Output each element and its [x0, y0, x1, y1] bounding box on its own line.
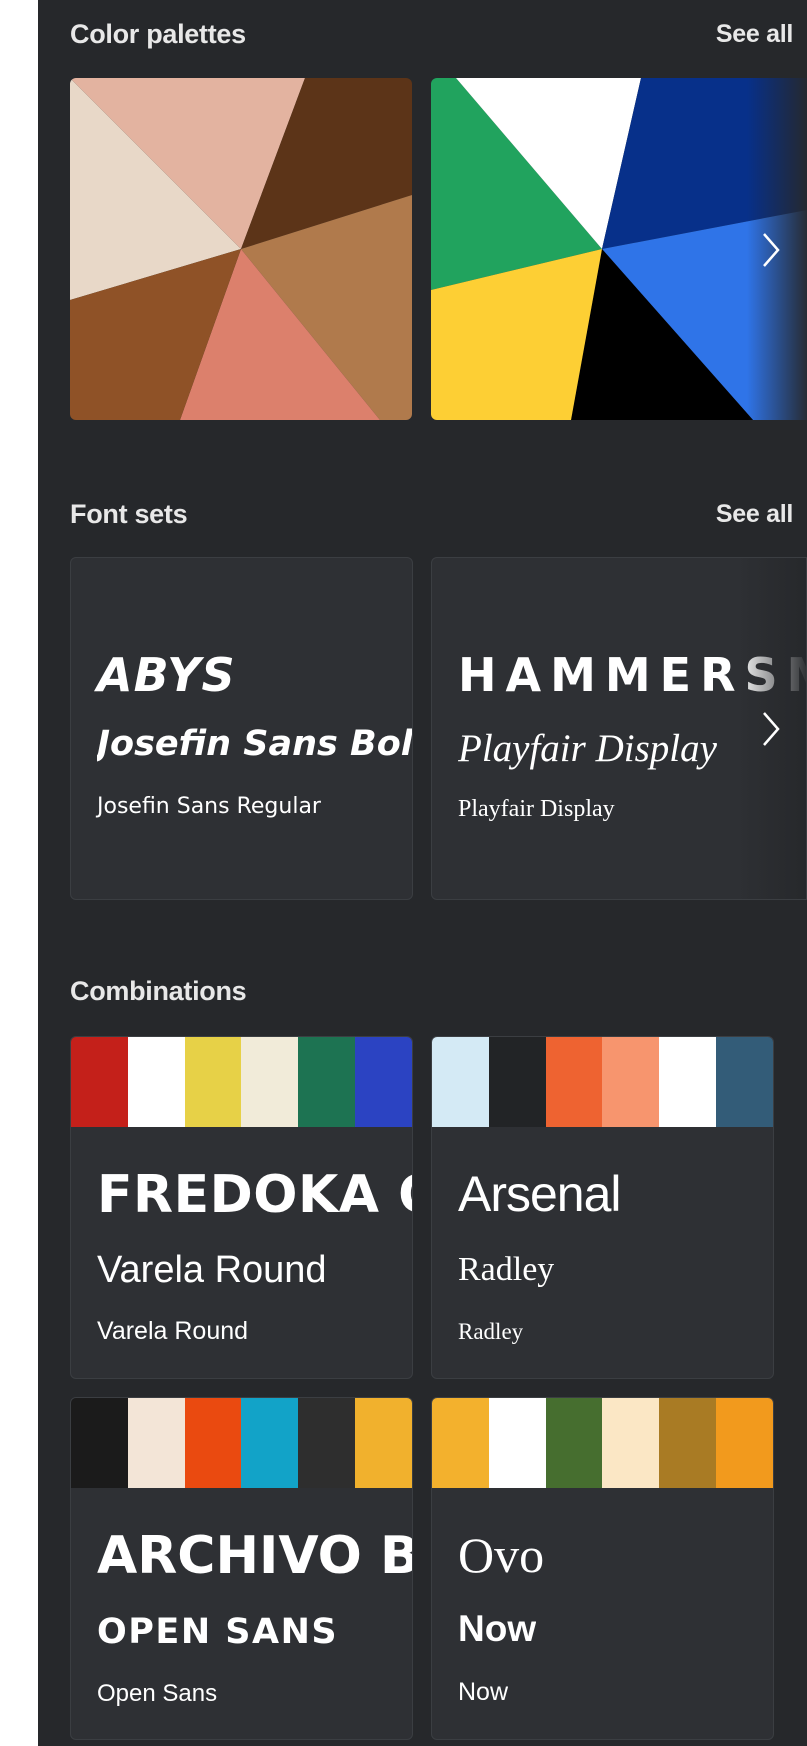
combination-display: Ovo — [458, 1527, 545, 1583]
combination-card-3[interactable]: ARCHIVO BLACK OPEN SANS Open Sans — [70, 1397, 413, 1740]
palette-2-wheel — [431, 78, 807, 420]
combination-display: ARCHIVO BLACK — [97, 1526, 412, 1586]
combination-color-strip — [432, 1037, 773, 1127]
font-set-card-2[interactable]: HAMMERSMITH Playfair Display Playfair Di… — [431, 557, 807, 900]
color-swatch — [355, 1037, 412, 1127]
color-swatch — [488, 1398, 546, 1488]
color-swatch — [659, 1037, 717, 1127]
color-swatch — [184, 1398, 242, 1488]
section-title: Font sets — [70, 498, 188, 529]
font-set-body: Josefin Sans Regular — [97, 794, 321, 819]
combination-color-strip — [432, 1398, 773, 1488]
color-swatch — [432, 1398, 489, 1488]
color-swatch — [545, 1398, 603, 1488]
combination-heading: Radley — [458, 1251, 555, 1288]
combination-display: FREDOKA ONE — [97, 1165, 412, 1225]
palette-1-wheel — [70, 78, 412, 420]
color-swatch — [71, 1037, 128, 1127]
font-set-display: HAMMERSMITH — [458, 648, 806, 702]
combination-body: Now — [458, 1678, 509, 1706]
see-all-font-sets-link[interactable]: See all — [716, 500, 793, 529]
section-title: Color palettes — [70, 18, 246, 49]
combination-card-1[interactable]: FREDOKA ONE Varela Round Varela Round — [70, 1036, 413, 1379]
color-swatch — [659, 1398, 717, 1488]
color-swatch — [545, 1037, 603, 1127]
combination-body: Open Sans — [97, 1680, 218, 1707]
font-sets-header: Font sets See all — [70, 494, 793, 534]
design-panel: Color palettes See all Font sets See all — [38, 0, 807, 1746]
color-palettes-header: Color palettes See all — [70, 14, 793, 54]
combination-color-strip — [71, 1398, 412, 1488]
combination-color-strip — [71, 1037, 412, 1127]
color-swatch — [241, 1398, 299, 1488]
font-set-display: ABYS — [97, 648, 236, 702]
color-swatch — [298, 1037, 356, 1127]
combinations-header: Combinations — [70, 971, 793, 1011]
color-swatch — [488, 1037, 546, 1127]
font-set-heading: Josefin Sans Bold — [97, 724, 412, 764]
color-swatch — [298, 1398, 356, 1488]
chevron-right-icon[interactable] — [758, 228, 784, 272]
see-all-palettes-link[interactable]: See all — [716, 20, 793, 49]
font-set-body: Playfair Display — [458, 796, 615, 822]
combination-body: Varela Round — [97, 1317, 249, 1345]
palette-card-2[interactable] — [431, 78, 807, 420]
font-set-card-1[interactable]: ABYS Josefin Sans Bold Josefin Sans Regu… — [70, 557, 413, 900]
color-swatch — [127, 1037, 185, 1127]
color-swatch — [716, 1398, 773, 1488]
combination-card-2[interactable]: Arsenal Radley Radley — [431, 1036, 774, 1379]
color-swatch — [432, 1037, 489, 1127]
color-swatch — [127, 1398, 185, 1488]
combination-heading: Now — [458, 1608, 537, 1649]
combination-card-4[interactable]: Ovo Now Now — [431, 1397, 774, 1740]
color-swatch — [602, 1398, 660, 1488]
color-swatch — [355, 1398, 412, 1488]
font-set-heading: Playfair Display — [458, 727, 717, 770]
chevron-right-icon[interactable] — [758, 707, 784, 751]
combination-display: Arsenal — [458, 1166, 621, 1222]
combination-heading: OPEN SANS — [97, 1612, 339, 1652]
color-swatch — [184, 1037, 242, 1127]
section-title: Combinations — [70, 975, 247, 1006]
combination-heading: Varela Round — [97, 1249, 327, 1291]
combination-body: Radley — [458, 1319, 524, 1344]
color-swatch — [716, 1037, 773, 1127]
color-swatch — [71, 1398, 128, 1488]
palette-card-1[interactable] — [70, 78, 412, 420]
color-swatch — [602, 1037, 660, 1127]
color-swatch — [241, 1037, 299, 1127]
